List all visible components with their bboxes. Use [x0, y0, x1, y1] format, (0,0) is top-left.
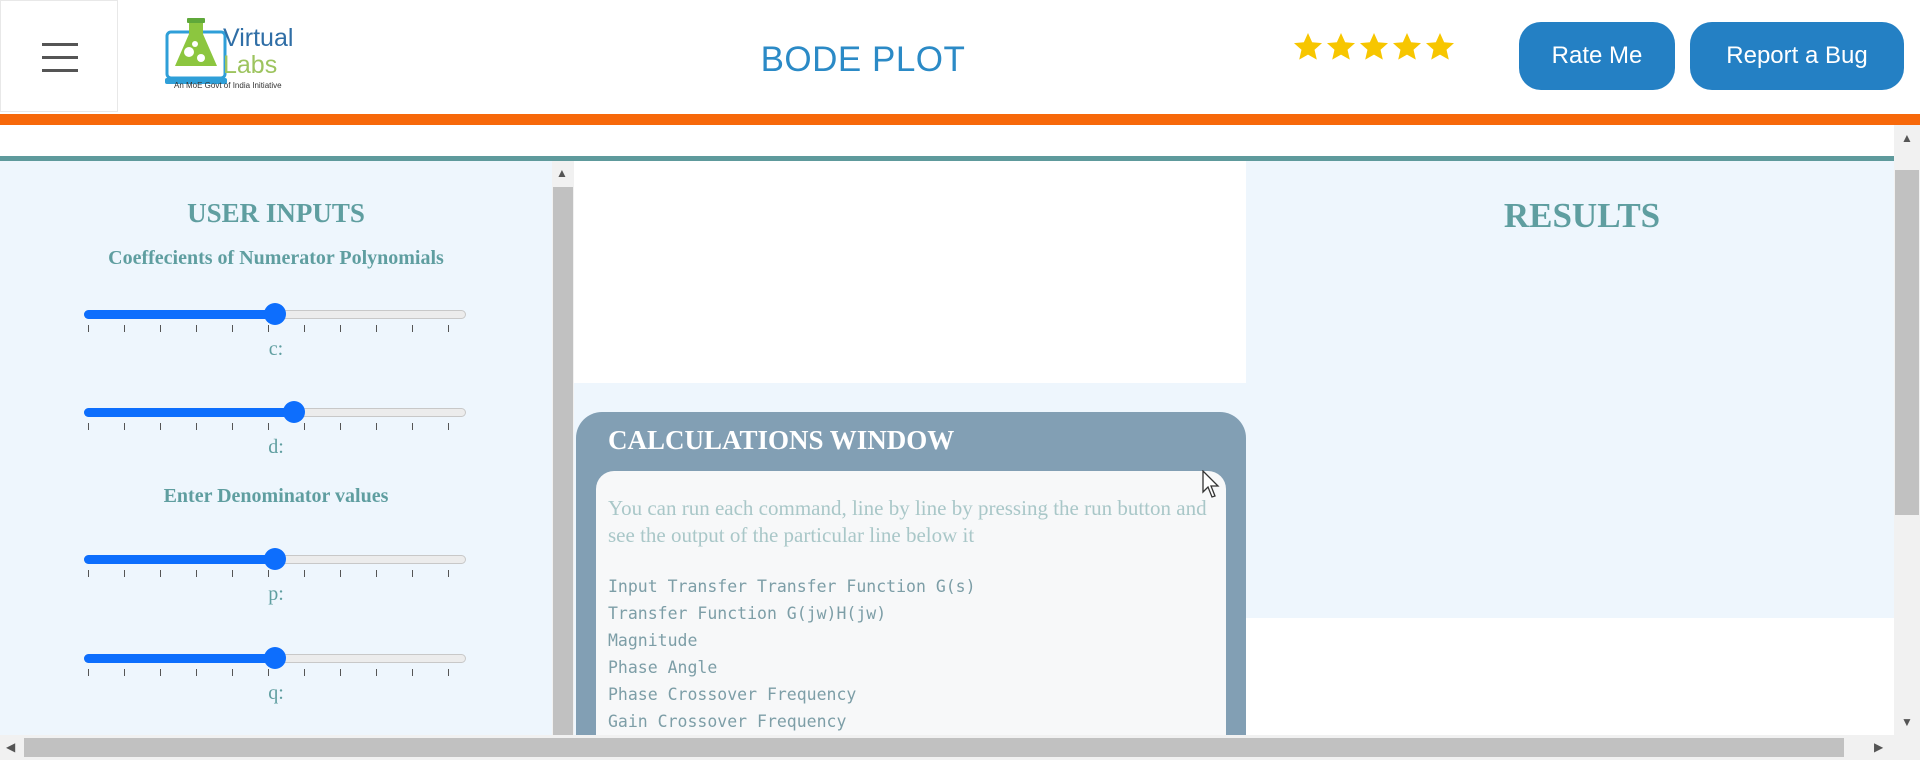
star-icon[interactable]	[1424, 30, 1456, 64]
scroll-up-arrow-icon[interactable]: ▲	[556, 166, 568, 180]
scroll-up-arrow-icon[interactable]: ▲	[1901, 131, 1913, 145]
slider-label: d:	[268, 436, 284, 458]
slider-ticks	[88, 669, 464, 677]
hamburger-icon	[42, 43, 78, 46]
calculation-command[interactable]: Input Transfer Transfer Function G(s)	[608, 577, 976, 596]
star-rating[interactable]	[1292, 30, 1456, 68]
hamburger-icon-line	[42, 56, 78, 59]
page-title: BODE PLOT	[760, 40, 966, 79]
calculation-command[interactable]: Magnitude	[608, 631, 697, 650]
slider-ticks	[88, 325, 464, 333]
mouse-pointer-icon	[1202, 470, 1220, 498]
calculation-command[interactable]: Transfer Function G(jw)H(jw)	[608, 604, 886, 623]
calculations-title: CALCULATIONS WINDOW	[608, 425, 955, 455]
hamburger-icon-line	[42, 69, 78, 72]
slider-fill	[84, 310, 275, 319]
scroll-down-arrow-icon[interactable]: ▼	[1901, 715, 1913, 729]
slider-fill	[84, 555, 275, 564]
star-icon[interactable]	[1292, 30, 1324, 64]
logo-text-virtual: Virtual	[223, 24, 294, 52]
calculations-hint: You can run each command, line by line b…	[608, 496, 1207, 547]
star-icon[interactable]	[1391, 30, 1423, 64]
logo-tagline: An MoE Govt of India Initiative	[174, 81, 282, 90]
logo-text-labs: Labs	[223, 51, 278, 79]
slider-fill	[84, 654, 275, 663]
report-bug-button[interactable]: Report a Bug	[1690, 22, 1904, 90]
slider-thumb[interactable]	[264, 548, 286, 570]
denominator-heading: Enter Denominator values	[163, 485, 389, 507]
slider-label: q:	[268, 682, 284, 704]
scroll-left-arrow-icon[interactable]: ◀	[6, 740, 15, 754]
calculation-command[interactable]: Gain Crossover Frequency	[608, 712, 846, 731]
user-inputs-title: USER INPUTS	[187, 198, 365, 228]
slider-ticks	[88, 423, 464, 431]
left-panel-scrollbar-thumb[interactable]	[553, 187, 573, 735]
scroll-right-arrow-icon[interactable]: ▶	[1874, 740, 1883, 754]
slider-thumb[interactable]	[264, 647, 286, 669]
rate-me-button[interactable]: Rate Me	[1519, 22, 1675, 90]
star-icon[interactable]	[1325, 30, 1357, 64]
menu-button[interactable]	[0, 0, 118, 112]
slider-label: c:	[268, 338, 284, 360]
star-icon[interactable]	[1358, 30, 1390, 64]
numerator-heading: Coeffecients of Numerator Polynomials	[108, 247, 444, 269]
calculation-command[interactable]: Phase Crossover Frequency	[608, 685, 856, 704]
results-title: RESULTS	[1503, 196, 1661, 235]
slider-label: p:	[268, 583, 284, 605]
header-accent-bar	[0, 114, 1920, 125]
calculation-command[interactable]: Phase Angle	[608, 658, 717, 677]
slider-fill	[84, 408, 295, 417]
slider-thumb[interactable]	[283, 401, 306, 423]
slider-thumb[interactable]	[264, 303, 286, 325]
plot-area	[574, 161, 1246, 383]
page-horizontal-scrollbar-thumb[interactable]	[24, 738, 1844, 757]
slider-ticks	[88, 570, 464, 578]
page-vertical-scrollbar-thumb[interactable]	[1895, 170, 1919, 515]
